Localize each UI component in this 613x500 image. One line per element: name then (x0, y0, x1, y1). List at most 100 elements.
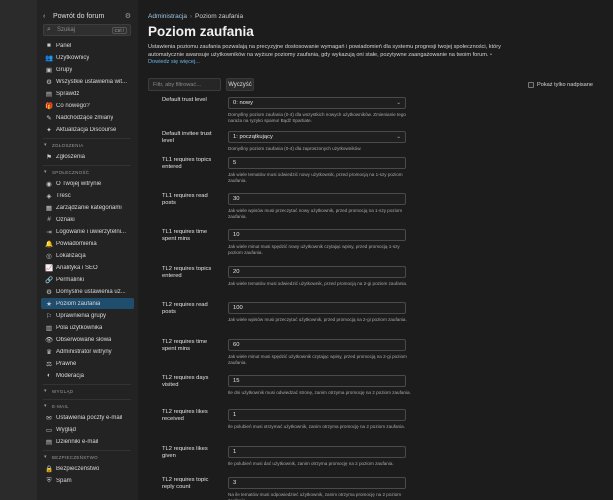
sidebar-item-label: Użytkownicy (56, 54, 90, 61)
sidebar-item-powiadomienia[interactable]: 🔔 Powiadomienia (41, 238, 134, 249)
sidebar-search-input[interactable]: Szukaj (57, 27, 112, 33)
sidebar-item-label: Aktualizacja Discourse (56, 126, 117, 133)
sidebar-item-grupy[interactable]: ▣ Grupy (41, 64, 134, 75)
setting-input[interactable]: 1 (228, 446, 406, 458)
sidebar-item-lokalizacja[interactable]: ◎ Lokalizacja (41, 250, 134, 261)
sidebar-item-administrator-witryny[interactable]: ♛ Administrator witryny (41, 346, 134, 357)
sidebar-item-label: Wygląd (56, 426, 76, 433)
setting-select[interactable]: 0: nowy ⌄ (228, 97, 406, 109)
clear-filter-button[interactable]: Wyczyść (226, 78, 254, 91)
sidebar-item-nadchodzace-zmiany[interactable]: ✎ Nadchodzące zmiany (41, 112, 134, 123)
breadcrumb-separator-icon: › (190, 13, 193, 20)
chevron-down-icon: ⌄ (396, 134, 401, 140)
sidebar-item-ustawienia-poczty-e-mail[interactable]: ✉ Ustawienia poczty e-mail (41, 412, 134, 423)
sidebar-item-oznaki[interactable]: # Oznaki (41, 214, 134, 225)
sidebar-item-label: Treść (56, 192, 71, 199)
sidebar-item-zgloszenia[interactable]: ⚑ Zgłoszenia (41, 151, 134, 162)
sidebar-item-label: Powiadomienia (56, 240, 97, 247)
sidebar-item-o-twojej-witrynie[interactable]: ◉ O Twojej witrynie (41, 178, 134, 189)
sidebar-item-moderacja[interactable]: ◐ Moderacja (41, 370, 134, 381)
sidebar-section-header[interactable]: ▾ E-MAIL (44, 402, 69, 410)
back-to-forum-link[interactable]: ‹ Powrót do forum ⚙ (43, 11, 131, 21)
setting-input[interactable]: 30 (228, 193, 406, 205)
setting-label: Default trust level (162, 97, 207, 103)
sidebar-item-icon: ▭ (45, 426, 53, 434)
sidebar-item-label: Administrator witryny (56, 348, 112, 355)
sidebar-item-obserwowane-slowa[interactable]: 👁 Obserwowane słowa (41, 334, 134, 345)
settings-filter-input[interactable]: Filtr, aby filtrować... (148, 78, 221, 91)
sidebar-item-uprawnienia-grupy[interactable]: ⚐ Uprawnienia grupy (41, 310, 134, 321)
sidebar-item-wszystkie-ustawienia-wit[interactable]: ⚙ Wszystkie ustawienia wit... (41, 76, 134, 87)
search-shortcut-badge: Ctrl / (111, 26, 127, 34)
sidebar-item-icon: ♛ (46, 348, 52, 356)
only-overridden-checkbox[interactable] (528, 81, 535, 88)
setting-input[interactable]: 60 (228, 339, 406, 351)
sidebar-item-label: Obserwowane słowa (56, 336, 112, 343)
sidebar-item-label: Sprawdź (56, 90, 80, 97)
sidebar-item-aktualizacja-discourse[interactable]: ✦ Aktualizacja Discourse (41, 124, 134, 135)
sidebar-item-label: Analityka i SEO (56, 264, 98, 271)
sidebar-item-label: Pola użytkownika (56, 324, 103, 331)
sidebar-item-panel[interactable]: ■ Panel (41, 40, 134, 51)
chevron-down-icon: ▾ (44, 388, 47, 394)
sidebar-item-tresc[interactable]: ◈ Treść (41, 190, 134, 201)
sidebar-section-header[interactable]: ▾ BEZPIECZEŃSTWO (44, 453, 98, 461)
filter-row: Filtr, aby filtrować... Wyczyść Pokaż ty… (148, 78, 603, 91)
setting-help: Jak wiele minut musi spędzić użytkownik … (228, 354, 407, 365)
sidebar-item-label: Bezpieczeństwo (56, 465, 100, 472)
sidebar-item-uzytkownicy[interactable]: 👥 Użytkownicy (41, 52, 134, 63)
sidebar-section-label: SPOŁECZNOŚĆ (52, 169, 90, 175)
admin-sidebar: ‹ Powrót do forum ⚙ ⌕ Szukaj Ctrl / ■ Pan… (37, 0, 138, 500)
sidebar-section-header[interactable]: ▾ SPOŁECZNOŚĆ (44, 168, 89, 176)
sidebar-item-icon: ▤ (45, 90, 53, 98)
breadcrumb-parent[interactable]: Administracja (148, 13, 187, 20)
sidebar-item-spam[interactable]: ⛨ Spam (41, 475, 134, 486)
sidebar-search[interactable]: ⌕ Szukaj Ctrl / (43, 24, 131, 36)
setting-label: TL2 requires topics entered (162, 266, 212, 279)
setting-input[interactable]: 100 (228, 302, 406, 314)
setting-value: 100 (233, 305, 243, 311)
sidebar-item-poziom-zaufania[interactable]: ★ Poziom zaufania (41, 298, 134, 309)
sidebar-section-header[interactable]: ▾ WYGLĄD (44, 387, 73, 395)
sidebar-item-domyslne-ustawienia-uz[interactable]: ⚙ Domyślne ustawienia uż... (41, 286, 134, 297)
sidebar-item-icon: 🔒 (45, 465, 54, 473)
page-description: Ustawienia poziomu zaufania pozwalają na… (148, 44, 503, 67)
sidebar-item-prawne[interactable]: ⚖ Prawne (41, 358, 134, 369)
sidebar-item-label: Panel (56, 42, 72, 49)
sidebar-item-logowanie-i-uwierzytelni[interactable]: ⇥ Logowanie i uwierzytelni... (41, 226, 134, 237)
sidebar-item-sprawdz[interactable]: ▤ Sprawdź (41, 88, 134, 99)
sidebar-item-pola-uzytkownika[interactable]: ▥ Pola użytkownika (41, 322, 134, 333)
sidebar-settings-icon[interactable]: ⚙ (125, 12, 131, 20)
sidebar-item-bezpieczenstwo[interactable]: 🔒 Bezpieczeństwo (41, 463, 134, 474)
only-overridden-toggle[interactable]: Pokaż tylko nadpisane (528, 78, 593, 91)
setting-input[interactable]: 20 (228, 266, 406, 278)
setting-select[interactable]: 1: początkujący ⌄ (228, 131, 406, 143)
sidebar-item-icon: ✉ (46, 414, 52, 422)
sidebar-item-wyglad[interactable]: ▭ Wygląd (41, 424, 134, 435)
sidebar-item-icon: ★ (46, 300, 52, 308)
setting-input[interactable]: 1 (228, 409, 406, 421)
sidebar-section-header[interactable]: ▾ ZGŁOSZENIA (44, 141, 84, 149)
sidebar-item-label: Grupy (56, 66, 73, 73)
sidebar-item-icon: ⚐ (46, 312, 52, 320)
sidebar-item-zarzadzanie-kategoriami[interactable]: ▦ Zarządzanie kategoriami (41, 202, 134, 213)
setting-input[interactable]: 15 (228, 375, 406, 387)
chevron-down-icon: ▾ (44, 169, 47, 175)
sidebar-section-label: ZGŁOSZENIA (52, 142, 84, 148)
sidebar-item-permalinki[interactable]: 🔗 Permalinki (41, 274, 134, 285)
sidebar-item-icon: ▥ (45, 324, 53, 332)
setting-input[interactable]: 3 (228, 477, 406, 489)
sidebar-item-icon: ▤ (45, 438, 53, 446)
sidebar-item-label: Permalinki (56, 276, 85, 283)
sidebar-divider (43, 450, 131, 451)
sidebar-item-icon: # (47, 216, 51, 223)
setting-input[interactable]: 5 (228, 157, 406, 169)
sidebar-item-analityka-i-seo[interactable]: 📈 Analityka i SEO (41, 262, 134, 273)
setting-input[interactable]: 10 (228, 229, 406, 241)
sidebar-item-label: Prawne (56, 360, 77, 367)
sidebar-item-dzienniki-e-mail[interactable]: ▤ Dzienniki e-mail (41, 436, 134, 447)
sidebar-item-co-nowego[interactable]: 🎁 Co nowego? (41, 100, 134, 111)
setting-label: TL1 requires read posts (162, 193, 208, 206)
sidebar-item-label: Co nowego? (56, 102, 90, 109)
sidebar-item-icon: ⚙ (46, 288, 52, 296)
